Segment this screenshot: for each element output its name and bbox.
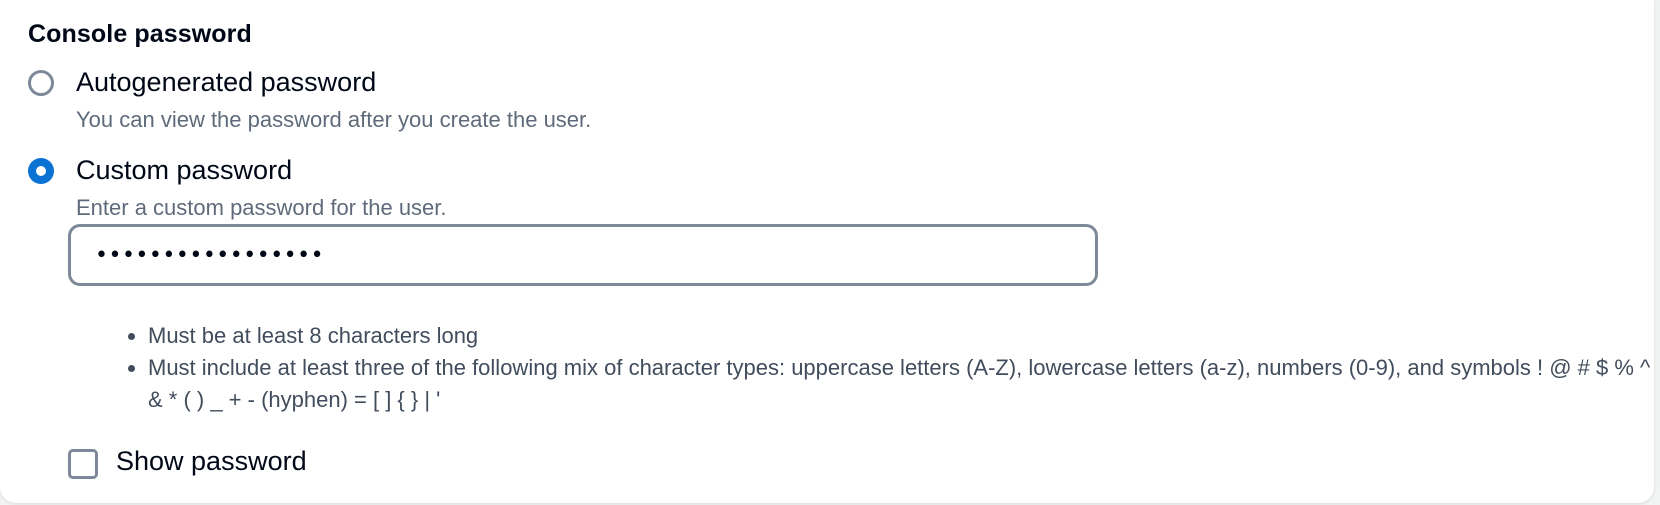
console-password-panel: Console password Autogenerated password …: [0, 0, 1654, 503]
requirement-character-mix: Must include at least three of the follo…: [148, 352, 1660, 416]
section-title: Console password: [28, 20, 252, 48]
password-requirements-list: Must be at least 8 characters long Must …: [120, 320, 1660, 416]
autogenerated-password-description: You can view the password after you crea…: [76, 107, 592, 132]
show-password-checkbox[interactable]: [68, 449, 98, 479]
autogenerated-password-label[interactable]: Autogenerated password: [76, 67, 376, 98]
requirement-length: Must be at least 8 characters long: [148, 320, 1660, 352]
custom-password-description: Enter a custom password for the user.: [76, 195, 447, 220]
custom-password-label[interactable]: Custom password: [76, 155, 292, 186]
show-password-label[interactable]: Show password: [116, 446, 307, 477]
custom-password-input[interactable]: [68, 224, 1098, 286]
autogenerated-password-radio[interactable]: [28, 70, 54, 96]
custom-password-radio[interactable]: [28, 158, 54, 184]
